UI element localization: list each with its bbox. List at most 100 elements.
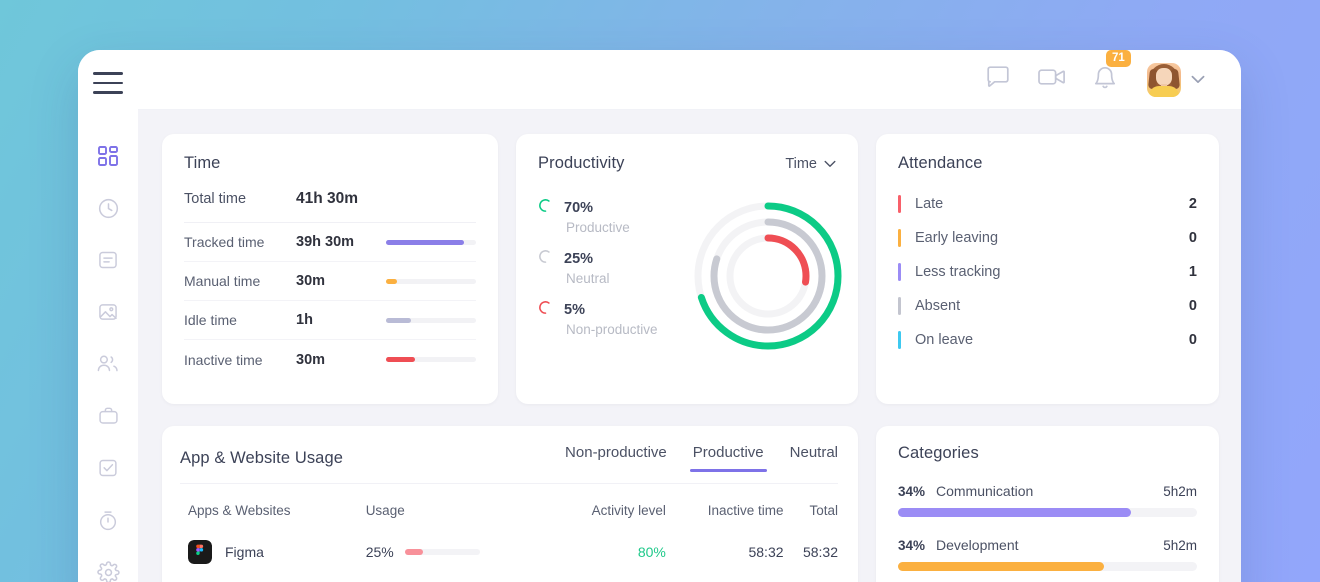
usage-tabs: Non-productive Productive Neutral: [565, 444, 838, 472]
attendance-card-title: Attendance: [898, 154, 983, 172]
usage-column-header: Inactive time: [707, 503, 784, 518]
sidebar-item-members[interactable]: [88, 344, 128, 384]
video-call-button[interactable]: [1037, 65, 1067, 94]
productivity-select-label: Time: [785, 155, 817, 172]
category-name: Development: [936, 537, 1019, 553]
usage-tab-non-productive[interactable]: Non-productive: [565, 444, 667, 472]
usage-column-header: Apps & Websites: [188, 503, 291, 518]
document-icon: [97, 249, 119, 271]
productivity-legend-percent: 5%: [564, 302, 585, 318]
time-row: Idle time 1h: [184, 301, 476, 340]
productivity-legend-percent: 70%: [564, 200, 594, 216]
sidebar-item-projects[interactable]: [88, 396, 128, 436]
total-time-row: Total time 41h 30m: [184, 190, 476, 223]
total-time: 21:03: [784, 573, 838, 582]
attendance-label: Absent: [915, 298, 961, 314]
notification-badge: 71: [1106, 50, 1131, 67]
attendance-value: 0: [1188, 230, 1197, 246]
productivity-legend-item: 5% Non-productive: [538, 300, 836, 337]
video-icon: [1037, 65, 1067, 94]
total-time: 58:32: [802, 544, 838, 560]
time-row-label: Manual time: [184, 273, 261, 289]
sidebar-item-tasks[interactable]: [88, 448, 128, 488]
activity-level: 70%: [551, 573, 666, 582]
attendance-row: Absent 0: [898, 289, 1197, 323]
time-card: Time Total time 41h 30m Tracked time 39h …: [162, 134, 498, 404]
notifications-button[interactable]: 71: [1093, 50, 1131, 95]
activity-level: 80%: [637, 544, 666, 560]
topbar: 71: [138, 50, 1241, 110]
dashboard-grid-icon: [97, 145, 119, 167]
attendance-label: Late: [915, 196, 944, 212]
ring-arc-icon: [538, 249, 553, 269]
attendance-value: 0: [1188, 332, 1197, 348]
figma-icon: [188, 540, 212, 564]
attendance-row: Early leaving 0: [898, 221, 1197, 255]
time-row-bar: [386, 239, 476, 245]
chat-icon: [985, 64, 1011, 95]
attendance-card: Attendance Late 2 Early leaving 0 Less track…: [876, 134, 1219, 404]
chat-button[interactable]: [985, 64, 1011, 95]
usage-table: Apps & Websites Usage Activity level Inacti…: [180, 484, 838, 582]
app-name: Figma: [225, 544, 264, 560]
usage-tab-neutral[interactable]: Neutral: [790, 444, 838, 472]
total-time-label: Total time: [184, 191, 247, 207]
categories-card: Categories 34% Communication 5h2m 34% Develo…: [876, 426, 1219, 582]
table-row[interactable]: Slack55%70%21:0321:03: [180, 573, 838, 582]
attendance-color-tick: [898, 297, 901, 315]
category-row: 34% Development 5h2m: [898, 537, 1197, 571]
category-name: Communication: [936, 483, 1034, 499]
briefcase-icon: [97, 405, 120, 427]
productivity-legend: 70% Productive 25% Neutral 5% Non-productive: [538, 198, 836, 337]
attendance-value: 2: [1188, 196, 1197, 212]
category-time: 5h2m: [1163, 484, 1197, 499]
sidebar-item-dashboard[interactable]: [88, 136, 128, 176]
dashboard-content: Time Total time 41h 30m Tracked time 39h …: [138, 110, 1241, 582]
time-rows: Tracked time 39h 30m Manual time 30m Idle ti…: [184, 223, 476, 379]
hamburger-menu-icon[interactable]: [93, 72, 123, 94]
people-icon: [96, 353, 120, 375]
time-row-bar: [386, 357, 476, 362]
user-menu[interactable]: [1147, 62, 1205, 97]
total-time-value: 41h 30m: [296, 190, 359, 207]
sidebar-item-settings[interactable]: [88, 552, 128, 582]
sidebar-item-timer[interactable]: [88, 500, 128, 540]
time-row: Manual time 30m: [184, 262, 476, 301]
attendance-row: Less tracking 1: [898, 255, 1197, 289]
time-row-bar: [386, 317, 476, 323]
usage-table-header-row: Apps & Websites Usage Activity level Inacti…: [180, 484, 838, 531]
gear-icon: [96, 560, 120, 582]
productivity-time-select[interactable]: Time: [785, 156, 836, 172]
image-icon: [97, 301, 119, 323]
dashboard-row-2: App & Website Usage Non-productive Produc…: [162, 426, 1219, 582]
time-row-label: Inactive time: [184, 351, 263, 368]
inactive-time: 21:03: [666, 573, 784, 582]
time-row-bar: [386, 278, 476, 284]
dashboard-row-1: Time Total time 41h 30m Tracked time 39h …: [162, 134, 1219, 404]
usage-card-title: App & Website Usage: [180, 448, 344, 467]
usage-column-header: Activity level: [591, 503, 666, 518]
ring-arc-icon: [538, 198, 553, 218]
sidebar-item-reports[interactable]: [88, 240, 128, 280]
table-row[interactable]: Figma 25% 80% 58:32 58:32: [180, 531, 838, 573]
time-row: Tracked time 39h 30m: [184, 223, 476, 262]
time-row: Inactive time 30m: [184, 340, 476, 379]
productivity-card: Productivity Time 70% Productive 25% Neu…: [516, 134, 858, 404]
usage-tab-productive[interactable]: Productive: [689, 444, 767, 472]
attendance-color-tick: [898, 195, 901, 213]
productivity-legend-label: Neutral: [566, 271, 610, 286]
productivity-legend-label: Non-productive: [566, 322, 658, 337]
time-row-value: 30m: [296, 351, 326, 368]
usage-card-header: App & Website Usage Non-productive Produc…: [180, 444, 838, 484]
sidebar-item-time[interactable]: [88, 188, 128, 228]
categories-rows: 34% Communication 5h2m 34% Development 5h2m: [898, 483, 1197, 571]
time-row-value: 1h: [296, 312, 313, 328]
attendance-value: 1: [1188, 264, 1197, 280]
attendance-rows: Late 2 Early leaving 0 Less tracking 1 Absent 0…: [898, 187, 1197, 357]
attendance-label: On leave: [915, 332, 974, 348]
main-area: 71 Time Total time 41h 30m Tracked time …: [138, 50, 1241, 582]
avatar: [1147, 62, 1181, 97]
sidebar-item-screenshots[interactable]: [88, 292, 128, 332]
usage-column-header: Usage: [365, 503, 405, 518]
chevron-down-icon: [1191, 71, 1205, 89]
